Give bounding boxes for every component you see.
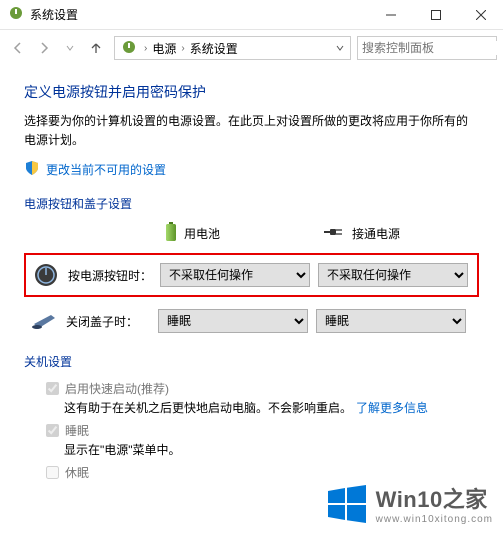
window-title: 系统设置 bbox=[30, 6, 368, 23]
shield-icon bbox=[24, 160, 40, 179]
lid-icon bbox=[30, 312, 58, 330]
hibernate-checkbox[interactable] bbox=[46, 466, 59, 479]
breadcrumb-power[interactable]: 电源 bbox=[150, 40, 178, 57]
search-box[interactable] bbox=[357, 36, 497, 60]
lid-ac-select[interactable]: 睡眠 bbox=[316, 309, 466, 333]
power-button-icon bbox=[32, 263, 60, 287]
fast-startup-label: 启用快速启动(推荐) bbox=[65, 380, 169, 397]
forward-button[interactable] bbox=[32, 36, 56, 60]
watermark-title: Win10之家 bbox=[376, 482, 493, 514]
chevron-right-icon: › bbox=[141, 43, 150, 54]
up-button[interactable] bbox=[84, 36, 108, 60]
hibernate-label: 休眠 bbox=[65, 464, 89, 481]
app-icon bbox=[8, 5, 24, 24]
watermark-url: www.win10xitong.com bbox=[376, 514, 493, 525]
lid-label: 关闭盖子时： bbox=[66, 313, 150, 330]
page-title: 定义电源按钮并启用密码保护 bbox=[24, 82, 479, 102]
lid-battery-select[interactable]: 睡眠 bbox=[158, 309, 308, 333]
shutdown-section-title: 关机设置 bbox=[24, 353, 479, 370]
breadcrumb-dropdown[interactable] bbox=[332, 41, 348, 55]
change-settings-link[interactable]: 更改当前不可用的设置 bbox=[46, 161, 166, 178]
power-button-ac-select[interactable]: 不采取任何操作 bbox=[318, 263, 468, 287]
sleep-desc: 显示在"电源"菜单中。 bbox=[64, 441, 479, 458]
search-input[interactable] bbox=[362, 41, 503, 55]
breadcrumb-settings[interactable]: 系统设置 bbox=[188, 40, 240, 57]
close-button[interactable] bbox=[458, 0, 503, 30]
plug-icon bbox=[322, 225, 346, 242]
learn-more-link[interactable]: 了解更多信息 bbox=[356, 401, 428, 415]
windows-logo-icon bbox=[326, 483, 368, 525]
fast-startup-desc: 这有助于在关机之后更快地启动电脑。不会影响重启。了解更多信息 bbox=[64, 399, 479, 416]
highlighted-setting: 按电源按钮时： 不采取任何操作 不采取任何操作 bbox=[24, 253, 479, 297]
battery-icon bbox=[164, 222, 178, 245]
chevron-right-icon: › bbox=[178, 43, 187, 54]
power-icon bbox=[121, 39, 137, 58]
power-section-title: 电源按钮和盖子设置 bbox=[24, 195, 479, 212]
maximize-button[interactable] bbox=[413, 0, 458, 30]
fast-startup-checkbox[interactable] bbox=[46, 382, 59, 395]
minimize-button[interactable] bbox=[368, 0, 413, 30]
sleep-checkbox[interactable] bbox=[46, 424, 59, 437]
page-description: 选择要为你的计算机设置的电源设置。在此页上对设置所做的更改将应用于你所有的电源计… bbox=[24, 112, 479, 150]
power-button-battery-select[interactable]: 不采取任何操作 bbox=[160, 263, 310, 287]
ac-label: 接通电源 bbox=[352, 225, 400, 242]
battery-label: 用电池 bbox=[184, 225, 220, 242]
watermark: Win10之家 www.win10xitong.com bbox=[326, 482, 493, 525]
history-dropdown[interactable] bbox=[58, 36, 82, 60]
power-button-label: 按电源按钮时： bbox=[68, 267, 152, 284]
breadcrumb[interactable]: › 电源 › 系统设置 bbox=[114, 36, 351, 60]
back-button[interactable] bbox=[6, 36, 30, 60]
sleep-label: 睡眠 bbox=[65, 422, 89, 439]
